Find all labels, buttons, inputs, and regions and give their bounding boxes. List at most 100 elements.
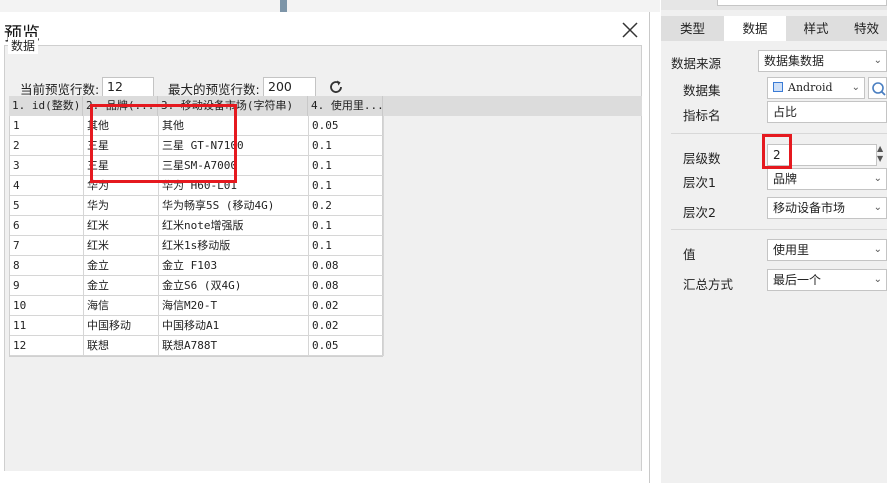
cell-brand: 红米 xyxy=(84,236,159,256)
tab-effects[interactable]: 特效 xyxy=(846,16,887,41)
chevron-down-icon: ⌄ xyxy=(873,202,882,213)
cell-brand: 中国移动 xyxy=(84,316,159,336)
close-button[interactable] xyxy=(618,18,642,42)
tab-type[interactable]: 类型 xyxy=(661,16,724,41)
indicator-label: 指标名 xyxy=(683,108,721,123)
max-rows-input[interactable]: 200 xyxy=(263,77,316,97)
value-value: 使用里 xyxy=(773,243,810,257)
cell-id: 10 xyxy=(10,296,84,316)
dataset-select[interactable]: Android ⌄ xyxy=(767,77,865,99)
cell-usage: 0.1 xyxy=(309,136,384,156)
table-row[interactable]: 5 华为 华为畅享5S (移动4G) 0.2 xyxy=(10,196,384,216)
background-scrollbar xyxy=(280,0,287,12)
cell-id: 1 xyxy=(10,116,84,136)
chevron-down-icon: ⌄ xyxy=(873,274,882,285)
table-row[interactable]: 9 金立 金立S6 (双4G) 0.08 xyxy=(10,276,384,296)
cell-market: 红米1s移动版 xyxy=(159,236,309,256)
cell-usage: 0.1 xyxy=(309,236,384,256)
cell-market: 红米note增强版 xyxy=(159,216,309,236)
cell-market: 联想A788T xyxy=(159,336,309,356)
cell-brand: 红米 xyxy=(84,216,159,236)
table-row[interactable]: 7 红米 红米1s移动版 0.1 xyxy=(10,236,384,256)
cell-market: 中国移动A1 xyxy=(159,316,309,336)
data-group-legend: 数据 xyxy=(8,37,39,54)
data-source-label: 数据来源 xyxy=(671,56,722,71)
refresh-button[interactable] xyxy=(327,78,345,96)
level2-label: 层次2 xyxy=(683,205,716,220)
value-select[interactable]: 使用里 ⌄ xyxy=(767,239,887,261)
value-label: 值 xyxy=(683,247,696,262)
cell-id: 5 xyxy=(10,196,84,216)
cell-id: 2 xyxy=(10,136,84,156)
cell-usage: 0.2 xyxy=(309,196,384,216)
cell-market: 金立 F103 xyxy=(159,256,309,276)
cell-id: 4 xyxy=(10,176,84,196)
chevron-down-icon: ⌄ xyxy=(873,173,882,184)
summary-label: 汇总方式 xyxy=(683,277,734,292)
cell-usage: 0.1 xyxy=(309,176,384,196)
close-icon xyxy=(622,22,638,38)
table-row[interactable]: 8 金立 金立 F103 0.08 xyxy=(10,256,384,276)
column-header-id[interactable]: 1. id(整数) xyxy=(9,96,83,116)
cell-usage: 0.05 xyxy=(309,116,384,136)
cell-id: 8 xyxy=(10,256,84,276)
cell-usage: 0.08 xyxy=(309,276,384,296)
level2-select[interactable]: 移动设备市场 ⌄ xyxy=(767,197,887,219)
summary-select[interactable]: 最后一个 ⌄ xyxy=(767,269,887,291)
refresh-icon xyxy=(330,80,342,93)
annotation-highlight-brand xyxy=(90,104,237,183)
table-row[interactable]: 10 海信 海信M20-T 0.02 xyxy=(10,296,384,316)
tab-data[interactable]: 数据 xyxy=(724,16,786,41)
cell-id: 3 xyxy=(10,156,84,176)
preview-rows-input[interactable]: 12 xyxy=(102,77,154,97)
cell-brand: 金立 xyxy=(84,276,159,296)
levels-label: 层级数 xyxy=(683,151,721,166)
cell-market: 金立S6 (双4G) xyxy=(159,276,309,296)
cell-usage: 0.05 xyxy=(309,336,384,356)
cell-id: 6 xyxy=(10,216,84,236)
cell-usage: 0.02 xyxy=(309,296,384,316)
dataset-search-button[interactable] xyxy=(868,77,887,99)
annotation-highlight-levels xyxy=(762,134,792,169)
summary-value: 最后一个 xyxy=(773,273,822,287)
spinner-arrows-icon[interactable]: ▲ ▼ xyxy=(877,144,887,166)
data-source-value: 数据集数据 xyxy=(764,54,825,68)
chevron-down-icon: ⌄ xyxy=(873,244,882,255)
chevron-down-icon: ⌄ xyxy=(851,82,860,93)
cell-id: 7 xyxy=(10,236,84,256)
cell-usage: 0.08 xyxy=(309,256,384,276)
level1-label: 层次1 xyxy=(683,175,716,190)
search-icon xyxy=(872,82,886,96)
table-row[interactable]: 12 联想 联想A788T 0.05 xyxy=(10,336,384,356)
cell-id: 9 xyxy=(10,276,84,296)
cell-brand: 华为 xyxy=(84,196,159,216)
separator xyxy=(671,229,887,230)
cell-id: 11 xyxy=(10,316,84,336)
level1-value: 品牌 xyxy=(773,172,798,186)
panel-top-field xyxy=(717,0,887,6)
column-header-usage[interactable]: 4. 使用里... xyxy=(308,96,383,116)
level2-value: 移动设备市场 xyxy=(773,201,846,215)
cell-id: 12 xyxy=(10,336,84,356)
cell-brand: 金立 xyxy=(84,256,159,276)
level1-select[interactable]: 品牌 ⌄ xyxy=(767,168,887,190)
dataset-icon xyxy=(773,82,783,92)
dataset-value: Android xyxy=(788,81,833,94)
table-header-filler xyxy=(383,96,642,116)
cell-market: 海信M20-T xyxy=(159,296,309,316)
dataset-label: 数据集 xyxy=(683,83,721,98)
cell-brand: 联想 xyxy=(84,336,159,356)
cell-usage: 0.1 xyxy=(309,156,384,176)
table-row[interactable]: 6 红米 红米note增强版 0.1 xyxy=(10,216,384,236)
table-row[interactable]: 11 中国移动 中国移动A1 0.02 xyxy=(10,316,384,336)
cell-market: 华为畅享5S (移动4G) xyxy=(159,196,309,216)
data-source-select[interactable]: 数据集数据 ⌄ xyxy=(758,50,887,72)
cell-brand: 海信 xyxy=(84,296,159,316)
cell-usage: 0.1 xyxy=(309,216,384,236)
indicator-input[interactable]: 占比 xyxy=(767,101,887,123)
panel-top-row xyxy=(661,0,887,10)
tab-style[interactable]: 样式 xyxy=(786,16,846,41)
background-window-strip xyxy=(0,0,660,12)
cell-usage: 0.02 xyxy=(309,316,384,336)
chevron-down-icon: ⌄ xyxy=(873,55,882,66)
